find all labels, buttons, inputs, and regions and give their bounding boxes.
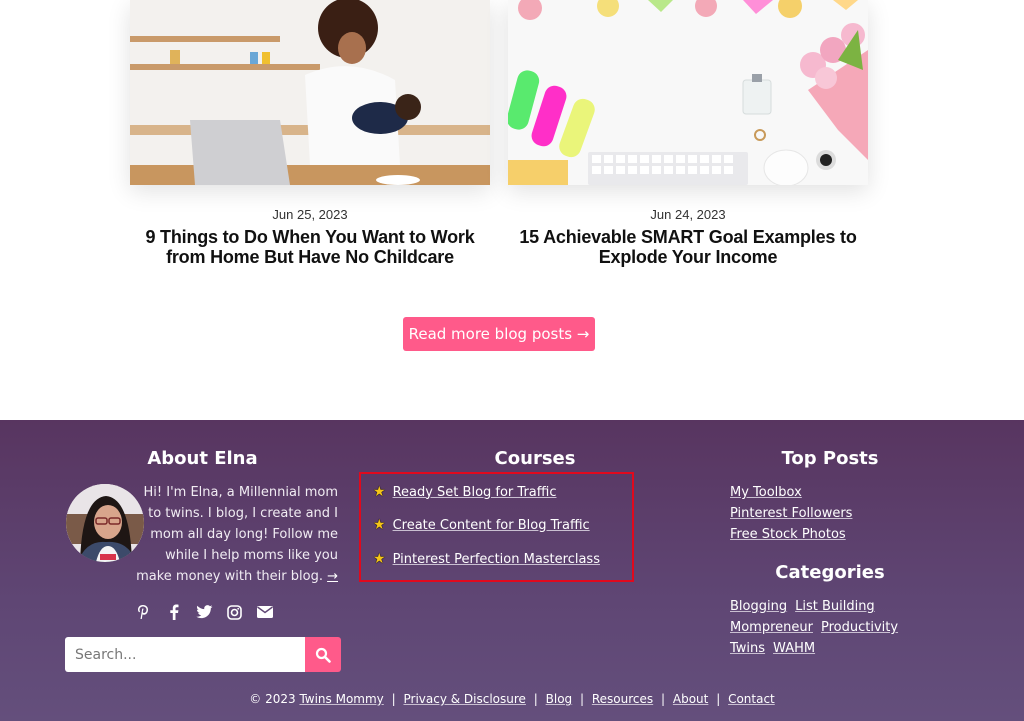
email-icon[interactable] [256, 603, 274, 621]
star-icon: ★ [373, 484, 386, 500]
about-more-link[interactable]: → [327, 569, 338, 584]
search-input[interactable] [65, 637, 305, 672]
footer-link-resources[interactable]: Resources [592, 692, 653, 706]
mom-with-baby-image [130, 0, 490, 185]
course-item: ★ Ready Set Blog for Traffic [373, 484, 556, 500]
separator: | [533, 692, 538, 706]
site-footer: About Elna Hi! I'm Elna, a Millennial mo… [0, 420, 1024, 721]
search-button[interactable] [305, 637, 341, 672]
footer-link-blog[interactable]: Blog [546, 692, 573, 706]
blog-post-card[interactable]: Jun 25, 2023 9 Things to Do When You Wan… [130, 0, 490, 267]
course-item: ★ Create Content for Blog Traffic [373, 517, 590, 533]
separator: | [661, 692, 666, 706]
read-more-button[interactable]: Read more blog posts → [403, 317, 595, 351]
about-bio-line: mom all day long! Follow me [150, 527, 338, 542]
top-post-link[interactable]: My Toolbox [730, 482, 852, 503]
twitter-icon[interactable] [195, 603, 213, 621]
course-link[interactable]: Create Content for Blog Traffic [393, 518, 590, 533]
star-icon: ★ [373, 551, 386, 567]
footer-link-home[interactable]: Twins Mommy [299, 692, 383, 706]
footer-link-privacy[interactable]: Privacy & Disclosure [403, 692, 525, 706]
course-link[interactable]: Ready Set Blog for Traffic [393, 485, 557, 500]
category-link[interactable]: Blogging [730, 599, 787, 614]
separator: | [391, 692, 396, 706]
about-bio-line: Hi! I'm Elna, a Millennial mom [143, 485, 338, 500]
courses-heading: Courses [494, 448, 576, 469]
copyright-text: © 2023 [249, 692, 296, 706]
copyright-bar: © 2023 Twins Mommy | Privacy & Disclosur… [0, 692, 1024, 706]
category-link[interactable]: Mompreneur [730, 620, 813, 635]
blog-post-card[interactable]: Jun 24, 2023 15 Achievable SMART Goal Ex… [508, 0, 868, 267]
category-link[interactable]: List Building [795, 599, 875, 614]
desk-flatlay-image [508, 0, 868, 185]
post-title-link[interactable]: 15 Achievable SMART Goal Examples to Exp… [508, 227, 868, 267]
about-bio: Hi! I'm Elna, a Millennial mom to twins.… [118, 482, 338, 587]
post-date: Jun 25, 2023 [272, 207, 348, 222]
about-bio-line: while I help moms like you [165, 548, 338, 563]
top-post-link[interactable]: Pinterest Followers [730, 503, 852, 524]
blog-post-grid: Jun 25, 2023 9 Things to Do When You Wan… [0, 0, 1024, 420]
about-bio-line: to twins. I blog, I create and I [148, 506, 338, 521]
pinterest-icon[interactable] [134, 603, 152, 621]
post-date: Jun 24, 2023 [650, 207, 726, 222]
instagram-icon[interactable] [226, 603, 244, 621]
post-thumbnail[interactable] [508, 0, 868, 185]
top-posts-heading: Top Posts [781, 448, 879, 469]
post-thumbnail[interactable] [130, 0, 490, 185]
courses-highlight-box: ★ Ready Set Blog for Traffic ★ Create Co… [359, 472, 634, 582]
post-title-link[interactable]: 9 Things to Do When You Want to Work fro… [130, 227, 490, 267]
social-links [134, 603, 274, 621]
course-item: ★ Pinterest Perfection Masterclass [373, 551, 600, 567]
categories-list: Blogging List Building Mompreneur Producti… [730, 596, 930, 659]
about-bio-line: make money with their blog. [136, 569, 323, 584]
category-link[interactable]: WAHM [773, 641, 815, 656]
search-form [65, 637, 341, 672]
footer-link-about[interactable]: About [673, 692, 708, 706]
separator: | [580, 692, 585, 706]
search-icon [315, 647, 331, 663]
facebook-icon[interactable] [165, 603, 183, 621]
about-heading: About Elna [147, 448, 258, 469]
category-link[interactable]: Productivity [821, 620, 898, 635]
footer-link-contact[interactable]: Contact [728, 692, 775, 706]
category-link[interactable]: Twins [730, 641, 765, 656]
top-posts-list: My Toolbox Pinterest Followers Free Stoc… [730, 482, 852, 545]
categories-heading: Categories [775, 562, 885, 583]
top-post-link[interactable]: Free Stock Photos [730, 524, 852, 545]
separator: | [716, 692, 721, 706]
star-icon: ★ [373, 517, 386, 533]
course-link[interactable]: Pinterest Perfection Masterclass [393, 552, 600, 567]
